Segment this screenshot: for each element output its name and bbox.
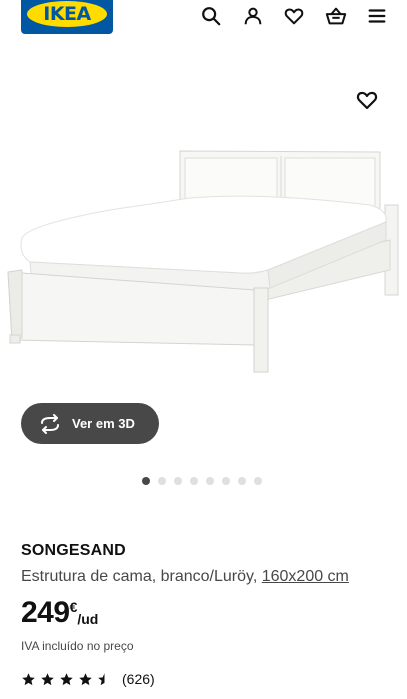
carousel-dot[interactable] <box>238 477 246 485</box>
carousel-dot[interactable] <box>222 477 230 485</box>
price-integer: 249 <box>21 596 70 629</box>
basket-icon[interactable] <box>324 4 348 28</box>
review-count: (626) <box>122 671 155 687</box>
price-currency: € <box>69 599 78 615</box>
search-icon[interactable] <box>199 4 223 28</box>
star-full-icon <box>60 672 73 685</box>
star-full-icon <box>41 672 54 685</box>
carousel-dot[interactable] <box>254 477 262 485</box>
carousel-dots <box>142 477 262 485</box>
vat-note: IVA incluído no preço <box>21 639 134 653</box>
bed-illustration <box>7 150 399 373</box>
star-full-icon <box>22 672 35 685</box>
carousel-dot[interactable] <box>158 477 166 485</box>
star-half-icon <box>98 672 105 685</box>
description-text: Estrutura de cama, branco/Luröy, <box>21 568 262 585</box>
view-3d-button[interactable]: Ver em 3D <box>21 403 159 444</box>
carousel-dot[interactable] <box>174 477 182 485</box>
heart-icon[interactable] <box>282 4 306 28</box>
product-image[interactable] <box>0 44 407 464</box>
ikea-logo[interactable]: IKEA <box>21 0 113 34</box>
price: 249 € /ud <box>21 597 98 629</box>
view-3d-label: Ver em 3D <box>72 416 135 431</box>
price-unit: /ud <box>77 611 99 627</box>
top-header: IKEA <box>0 0 407 44</box>
rating-stars <box>21 672 112 687</box>
user-icon[interactable] <box>241 4 265 28</box>
product-description: Estrutura de cama, branco/Luröy, 160x200… <box>21 568 349 586</box>
favourite-icon[interactable] <box>355 88 379 112</box>
star-full-icon <box>79 672 92 685</box>
size-link[interactable]: 160x200 cm <box>262 568 349 585</box>
carousel-dot[interactable] <box>206 477 214 485</box>
carousel-dot[interactable] <box>190 477 198 485</box>
rotate-3d-icon <box>41 413 59 434</box>
carousel-dot[interactable] <box>142 477 150 485</box>
logo-text: IKEA <box>43 3 91 25</box>
rating[interactable]: (626) <box>21 671 155 687</box>
menu-icon[interactable] <box>365 4 389 28</box>
product-name: SONGESAND <box>21 542 126 559</box>
